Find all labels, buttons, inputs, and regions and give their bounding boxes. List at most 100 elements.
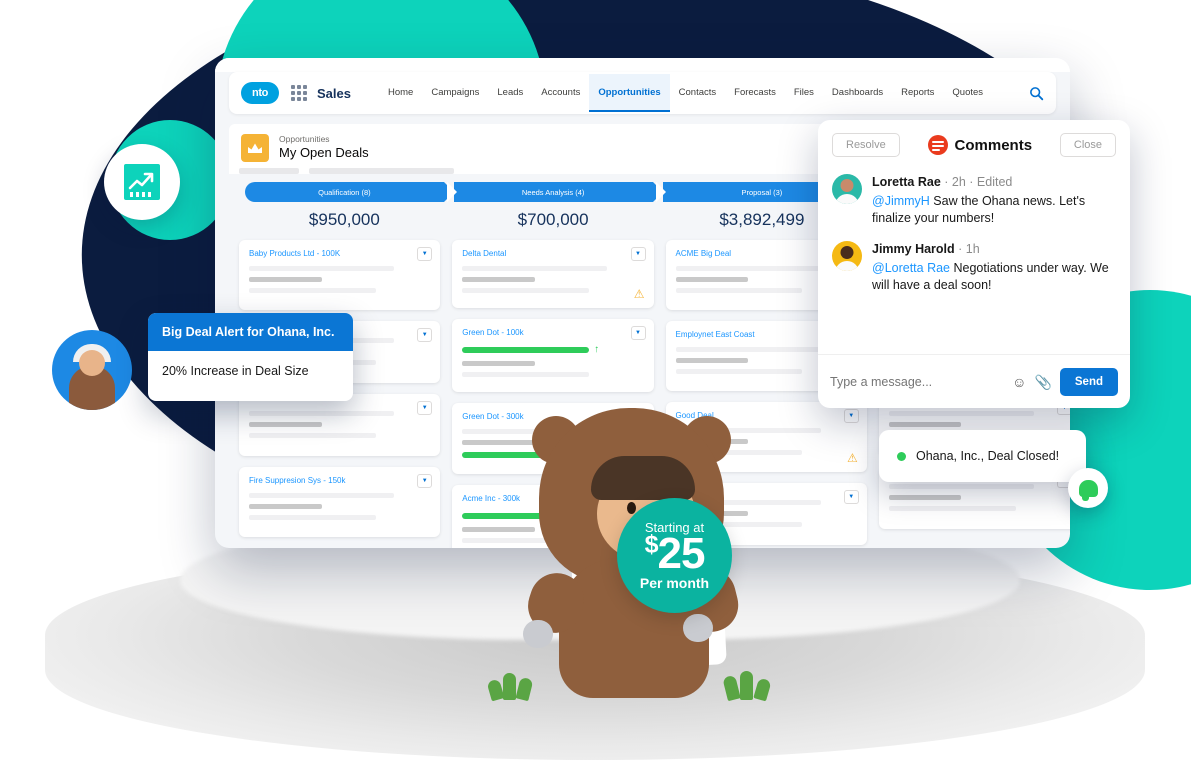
skeleton-line: [888, 484, 1034, 489]
nav-item-forecasts[interactable]: Forecasts: [725, 74, 785, 113]
pipeline-stage-needs-analysis[interactable]: Needs Analysis (4): [453, 182, 666, 202]
avatar: [832, 241, 862, 271]
einstein-avatar-icon: [52, 330, 132, 410]
chevron-down-icon[interactable]: ▼: [630, 325, 646, 340]
comments-panel-header: Resolve Comments Close: [818, 120, 1130, 170]
comments-panel-title: Comments: [910, 135, 1050, 155]
skeleton-line: [249, 515, 376, 520]
deal-card[interactable]: Green Dot - 100k ▼ ↑: [452, 318, 654, 392]
chart-growth-icon: [124, 164, 160, 200]
chevron-down-icon[interactable]: ▼: [843, 409, 859, 423]
grass-tuft: [486, 670, 547, 702]
emoji-icon[interactable]: ☺: [1012, 375, 1026, 389]
skeleton-line: [888, 411, 1034, 416]
chart-growth-badge: [104, 144, 180, 220]
nav-item-leads[interactable]: Leads: [488, 74, 532, 113]
nav-item-files[interactable]: Files: [785, 74, 823, 113]
chevron-down-icon[interactable]: ▼: [417, 474, 433, 488]
nav-item-opportunities[interactable]: Opportunities: [589, 73, 670, 113]
skeleton-line: [462, 266, 608, 271]
chevron-down-icon[interactable]: ▼: [417, 401, 433, 415]
message-input[interactable]: [830, 374, 1005, 389]
resolve-button[interactable]: Resolve: [832, 133, 900, 157]
app-launcher-icon[interactable]: [291, 85, 307, 101]
nav-item-contacts[interactable]: Contacts: [670, 74, 726, 113]
deal-card[interactable]: Fire Suppresion Sys - 150k ▼: [239, 467, 441, 537]
hero-illustration: nto Sales Home Campaigns Leads Accounts …: [0, 0, 1191, 763]
nav-item-accounts[interactable]: Accounts: [532, 74, 589, 113]
nav-item-dashboards[interactable]: Dashboards: [823, 74, 892, 113]
chevron-down-icon[interactable]: ▼: [630, 247, 646, 261]
chevron-down-icon[interactable]: ▼: [417, 247, 433, 261]
skeleton-line: [888, 422, 962, 427]
pipeline-stage-qualification[interactable]: Qualification (8): [245, 182, 457, 202]
price-value: 25: [657, 528, 705, 578]
comment-body: Loretta Rae · 2h · Edited @JimmyH Saw th…: [872, 174, 1116, 227]
mention-link[interactable]: @Loretta Rae: [872, 261, 950, 275]
warning-icon: ⚠: [633, 286, 645, 301]
mention-link[interactable]: @JimmyH: [872, 194, 930, 208]
skeleton-line: [675, 369, 803, 374]
header-skeleton-2: [309, 168, 454, 174]
chevron-down-icon[interactable]: ▼: [417, 328, 433, 342]
list-object-label: Opportunities: [279, 134, 330, 144]
chat-bubble-icon: [1078, 479, 1098, 501]
nav-item-list: Home Campaigns Leads Accounts Opportunit…: [379, 73, 1029, 113]
header-skeleton-1: [239, 168, 299, 174]
skeleton-line: [888, 495, 962, 500]
skeleton-line: [249, 277, 322, 282]
skeleton-line: [462, 360, 535, 366]
chevron-down-icon[interactable]: ▼: [843, 490, 859, 504]
skeleton-line: [249, 266, 394, 271]
warning-icon: ⚠: [846, 451, 858, 465]
comments-composer: ☺ 📎 Send: [818, 354, 1130, 408]
app-name-label: Sales: [317, 85, 351, 101]
comment-author: Jimmy Harold: [872, 242, 955, 256]
big-deal-alert-card[interactable]: Big Deal Alert for Ohana, Inc. 20% Incre…: [148, 313, 353, 401]
price-badge-bottom: Per month: [639, 575, 710, 592]
grass-tuft: [722, 670, 783, 702]
deal-card[interactable]: Delta Dental ▼ ⚠: [452, 240, 654, 308]
comment-text: @Loretta Rae Negotiations under way. We …: [872, 260, 1116, 294]
deal-card-title: Baby Products Ltd - 100K: [249, 249, 341, 258]
nav-item-reports[interactable]: Reports: [892, 74, 943, 113]
chat-bubble-fab[interactable]: [1068, 468, 1108, 508]
progress-row: ↑: [462, 343, 643, 355]
skeleton-line: [675, 288, 803, 293]
comment-time: 2h: [951, 175, 966, 189]
comment-meta: Jimmy Harold · 1h: [872, 242, 980, 256]
alert-title: Big Deal Alert for Ohana, Inc.: [148, 313, 353, 351]
app-navbar: nto Sales Home Campaigns Leads Accounts …: [229, 72, 1056, 114]
nav-item-home[interactable]: Home: [379, 74, 422, 113]
price-badge: Starting at $25 Per month: [617, 498, 732, 613]
comment-message: Loretta Rae · 2h · Edited @JimmyH Saw th…: [832, 174, 1116, 227]
comment-message: Jimmy Harold · 1h @Loretta Rae Negotiati…: [832, 241, 1116, 294]
skeleton-line: [249, 433, 376, 438]
skeleton-line: [888, 506, 1016, 511]
deal-card[interactable]: Baby Products Ltd - 100K ▼: [239, 240, 441, 310]
pipeline-amount-needs-analysis: $700,000: [517, 210, 589, 229]
salesforce-logo[interactable]: nto: [241, 82, 279, 104]
close-button[interactable]: Close: [1059, 133, 1116, 157]
green-dot-icon: [897, 451, 906, 461]
deal-card-title: Green Dot - 100k: [462, 327, 524, 337]
search-icon[interactable]: [1029, 86, 1044, 101]
deal-card-title: Fire Suppresion Sys - 150k: [249, 476, 346, 485]
comments-panel: Resolve Comments Close Loretta Rae · 2h …: [818, 120, 1130, 408]
skeleton-line: [249, 411, 394, 416]
arrow-up-icon: ↑: [594, 343, 600, 355]
price-currency: $: [644, 529, 659, 558]
send-button[interactable]: Send: [1059, 367, 1118, 396]
deal-card[interactable]: ▼: [239, 394, 441, 456]
skeleton-line: [675, 277, 748, 282]
skeleton-line: [675, 358, 748, 363]
deal-card-title: Delta Dental: [462, 249, 507, 258]
skeleton-line: [675, 347, 821, 352]
nav-item-quotes[interactable]: Quotes: [943, 74, 992, 113]
skeleton-line: [249, 504, 322, 509]
paperclip-icon[interactable]: 📎: [1034, 375, 1051, 389]
nav-item-campaigns[interactable]: Campaigns: [422, 74, 488, 113]
skeleton-line: [462, 288, 590, 293]
skeleton-line: [249, 493, 394, 498]
deal-closed-toast[interactable]: Ohana, Inc., Deal Closed!: [879, 430, 1086, 482]
